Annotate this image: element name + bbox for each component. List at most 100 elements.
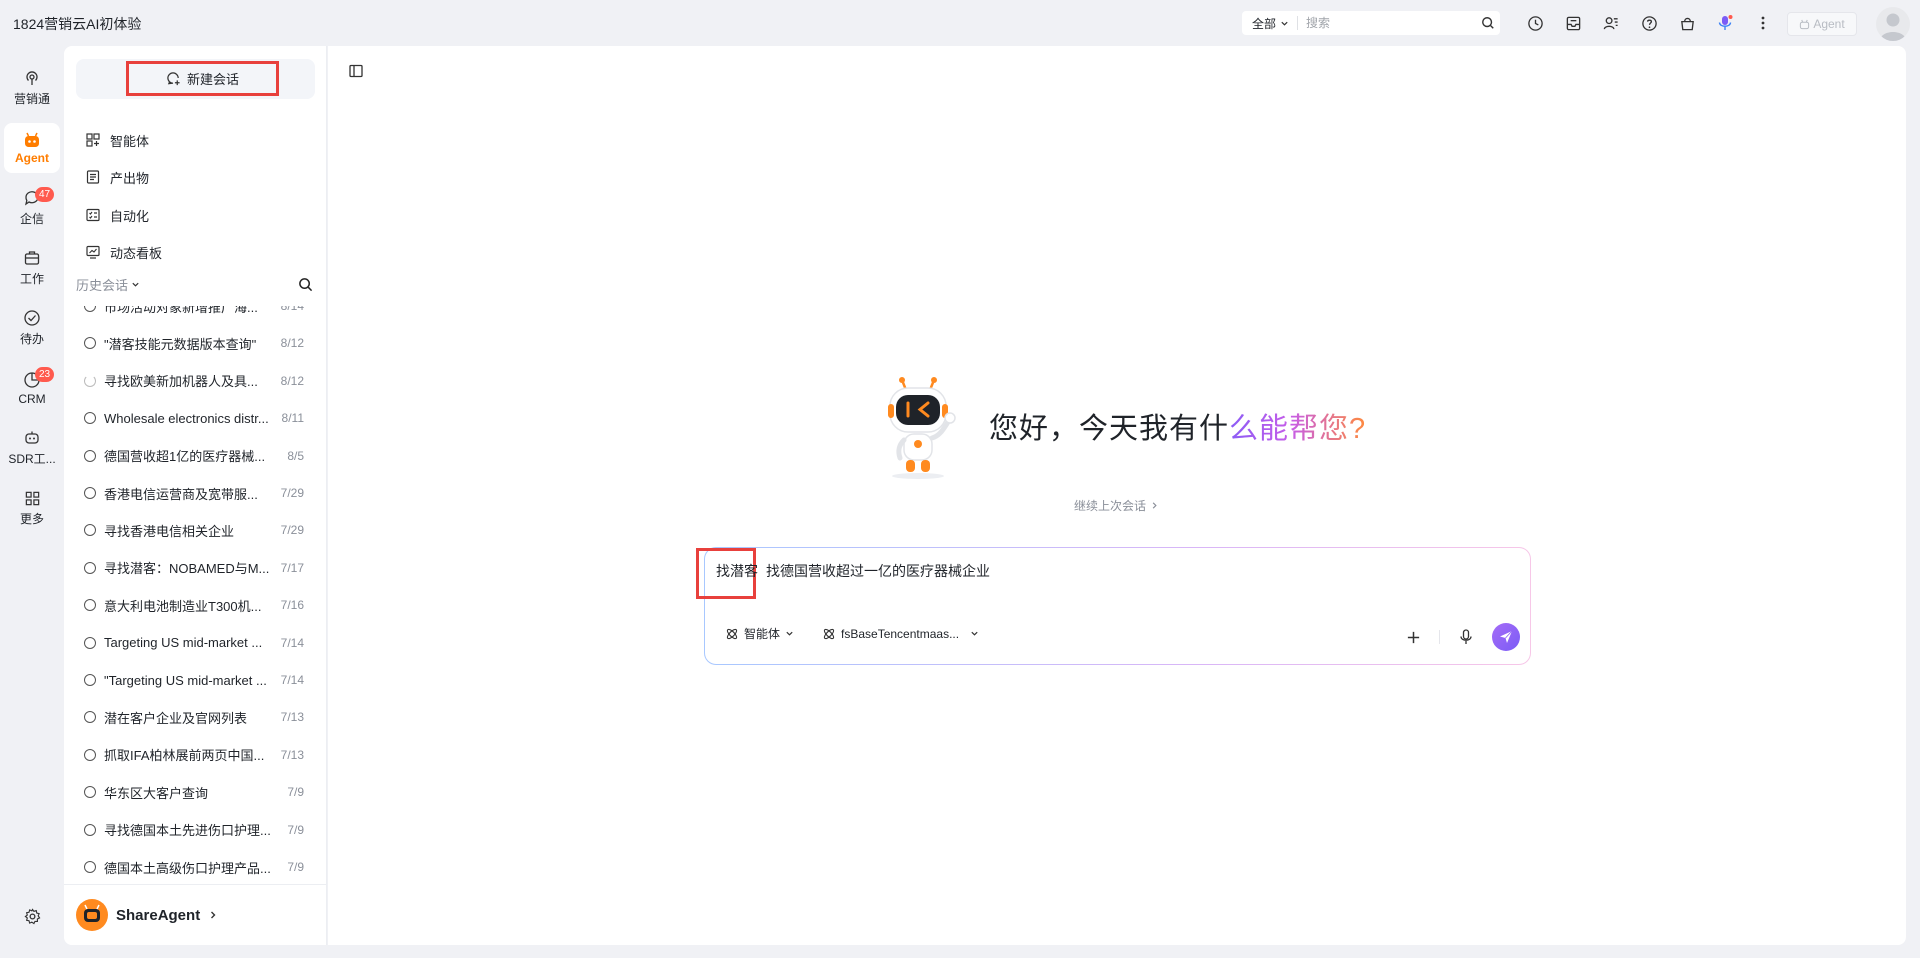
history-item[interactable]: 德国营收超1亿的医疗器械... 8/5 [64, 438, 326, 474]
panel-collapse-icon [349, 64, 363, 78]
grid-icon [25, 491, 39, 505]
settings-button[interactable] [20, 904, 44, 928]
app-title: 1824营销云AI初体验 [13, 16, 142, 32]
continue-last-session-link[interactable]: 继续上次会话 [1074, 497, 1159, 514]
new-chat-label: 新建会话 [186, 72, 239, 87]
menu-item-agents[interactable]: 智能体 [86, 129, 149, 151]
agent-mascot [878, 376, 968, 480]
user-avatar[interactable] [1876, 7, 1910, 41]
chat-circle-icon [84, 823, 96, 836]
inbox-icon [1566, 16, 1580, 30]
rail-item-messages[interactable]: 企信 47 [4, 183, 60, 233]
history-item[interactable]: 香港电信运营商及宽带服... 7/29 [64, 475, 326, 511]
chat-circle-icon [84, 711, 96, 724]
history-item-date: 8/12 [280, 373, 304, 388]
app-rail: 营销通 Agent 企信 47 工作 待办 CRM 23 SDR工... 更多 [0, 46, 64, 958]
rail-item-more[interactable]: 更多 [4, 483, 60, 533]
history-search-button[interactable] [295, 274, 315, 294]
model-selector[interactable]: fsBaseTencentmaas... [822, 627, 979, 641]
history-item[interactable]: "Targeting US mid-market ... 7/14 [64, 662, 326, 698]
history-item[interactable]: 抓取IFA柏林展前两页中国... 7/13 [64, 737, 326, 773]
chat-circle-icon [84, 306, 96, 312]
composer-text: 找德国营收超过一亿的医疗器械企业 [766, 563, 990, 579]
search-scope-dropdown[interactable]: 全部 [1242, 16, 1299, 31]
rail-item-marketing[interactable]: 营销通 [4, 63, 60, 113]
new-chat-icon [167, 72, 180, 86]
new-chat-button[interactable]: 新建会话 [126, 61, 279, 96]
robot-icon [25, 132, 39, 147]
history-item[interactable]: Wholesale electronics distr... 8/11 [64, 400, 326, 436]
search-button[interactable] [1476, 11, 1500, 35]
chat-circle-icon [84, 861, 96, 873]
history-item[interactable]: 市场活动对象新增推广海... 8/14 [64, 306, 326, 324]
history-item[interactable]: 寻找香港电信相关企业 7/29 [64, 512, 326, 548]
send-icon [1500, 630, 1513, 643]
briefcase-icon [24, 251, 40, 265]
agent-selector[interactable]: 智能体 [725, 625, 794, 642]
skill-tag[interactable]: 找潜客 [716, 563, 758, 579]
menu-item-dashboard[interactable]: 动态看板 [86, 241, 162, 263]
more-menu-button[interactable] [1751, 11, 1775, 35]
history-toggle[interactable]: 历史会话 [76, 275, 140, 294]
composer-input[interactable]: 找潜客 找德国营收超过一亿的医疗器械企业 [716, 561, 990, 581]
attach-button[interactable] [1401, 625, 1425, 649]
help-button[interactable] [1637, 11, 1661, 35]
more-vertical-icon [1761, 16, 1765, 30]
history-item[interactable]: 潜在客户企业及官网列表 7/13 [64, 699, 326, 735]
top-bar: 1824营销云AI初体验 全部 Agent [0, 0, 1920, 46]
history-item[interactable]: 意大利电池制造业T300机... 7/16 [64, 587, 326, 623]
chat-circle-icon [84, 674, 96, 686]
help-icon [1641, 15, 1657, 31]
search-input[interactable] [1298, 16, 1476, 30]
agents-icon [86, 133, 100, 147]
menu-item-label: 智能体 [110, 133, 150, 149]
history-item-title: 寻找香港电信相关企业 [104, 523, 235, 539]
history-item-date: 8/5 [287, 448, 304, 463]
rail-item-work[interactable]: 工作 [4, 243, 60, 293]
inbox-button[interactable] [1561, 11, 1585, 35]
history-item-date: 8/11 [281, 411, 304, 426]
agent-selector-label: 智能体 [744, 627, 781, 641]
chevron-down-icon [1281, 21, 1288, 26]
chat-composer: 找潜客 找德国营收超过一亿的医疗器械企业 智能体 fsBaseTencentmaa… [696, 547, 1531, 665]
search-icon [1482, 17, 1494, 29]
greeting-highlight: 么能帮您? [1229, 413, 1367, 445]
menu-item-outputs[interactable]: 产出物 [86, 166, 149, 188]
store-button[interactable] [1675, 11, 1699, 35]
history-item[interactable]: 德国本土高级伤口护理产品... 7/9 [64, 849, 326, 885]
contacts-button[interactable] [1599, 11, 1623, 35]
sidebar-toggle-button[interactable] [348, 63, 364, 79]
divider [1439, 630, 1440, 644]
rail-label: 营销通 [13, 92, 50, 106]
history-item[interactable]: 寻找欧美新加机器人及具... 8/12 [64, 363, 326, 399]
chat-circle-icon [84, 412, 96, 425]
settings-icon [23, 907, 40, 924]
voice-input-button[interactable] [1454, 625, 1478, 649]
rail-label: Agent [15, 150, 49, 165]
chat-circle-icon [84, 524, 96, 537]
chat-circle-icon [84, 636, 96, 649]
voice-assistant-button[interactable] [1713, 11, 1737, 35]
history-item-date: 7/16 [280, 598, 304, 613]
sidebar-footer[interactable]: ShareAgent [64, 884, 326, 945]
history-item[interactable]: "潜客技能元数据版本查询" 8/12 [64, 325, 326, 361]
history-item[interactable]: Targeting US mid-market ... 7/14 [64, 625, 326, 661]
history-item[interactable]: 寻找德国本土先进伤口护理... 7/9 [64, 812, 326, 848]
menu-item-automation[interactable]: 自动化 [86, 204, 149, 226]
history-item-date: 7/9 [287, 860, 304, 874]
history-item-title: "Targeting US mid-market ... [104, 672, 267, 688]
document-icon [86, 170, 100, 184]
send-button[interactable] [1492, 623, 1520, 651]
history-item[interactable]: 寻找潜客：NOBAMED与M... 7/17 [64, 550, 326, 586]
robot-mascot-icon [888, 377, 956, 479]
rail-item-agent[interactable]: Agent [4, 123, 60, 173]
rail-item-crm[interactable]: CRM 23 [4, 363, 60, 413]
history-clock-button[interactable] [1523, 11, 1547, 35]
rail-item-sdr[interactable]: SDR工... [4, 423, 60, 473]
agent-button[interactable]: Agent [1787, 12, 1857, 36]
rail-label: 待办 [19, 332, 44, 346]
microphone-icon [1460, 629, 1472, 644]
rail-item-todo[interactable]: 待办 [4, 303, 60, 353]
rail-label: 更多 [19, 511, 44, 526]
history-item[interactable]: 华东区大客户查询 7/9 [64, 774, 326, 810]
